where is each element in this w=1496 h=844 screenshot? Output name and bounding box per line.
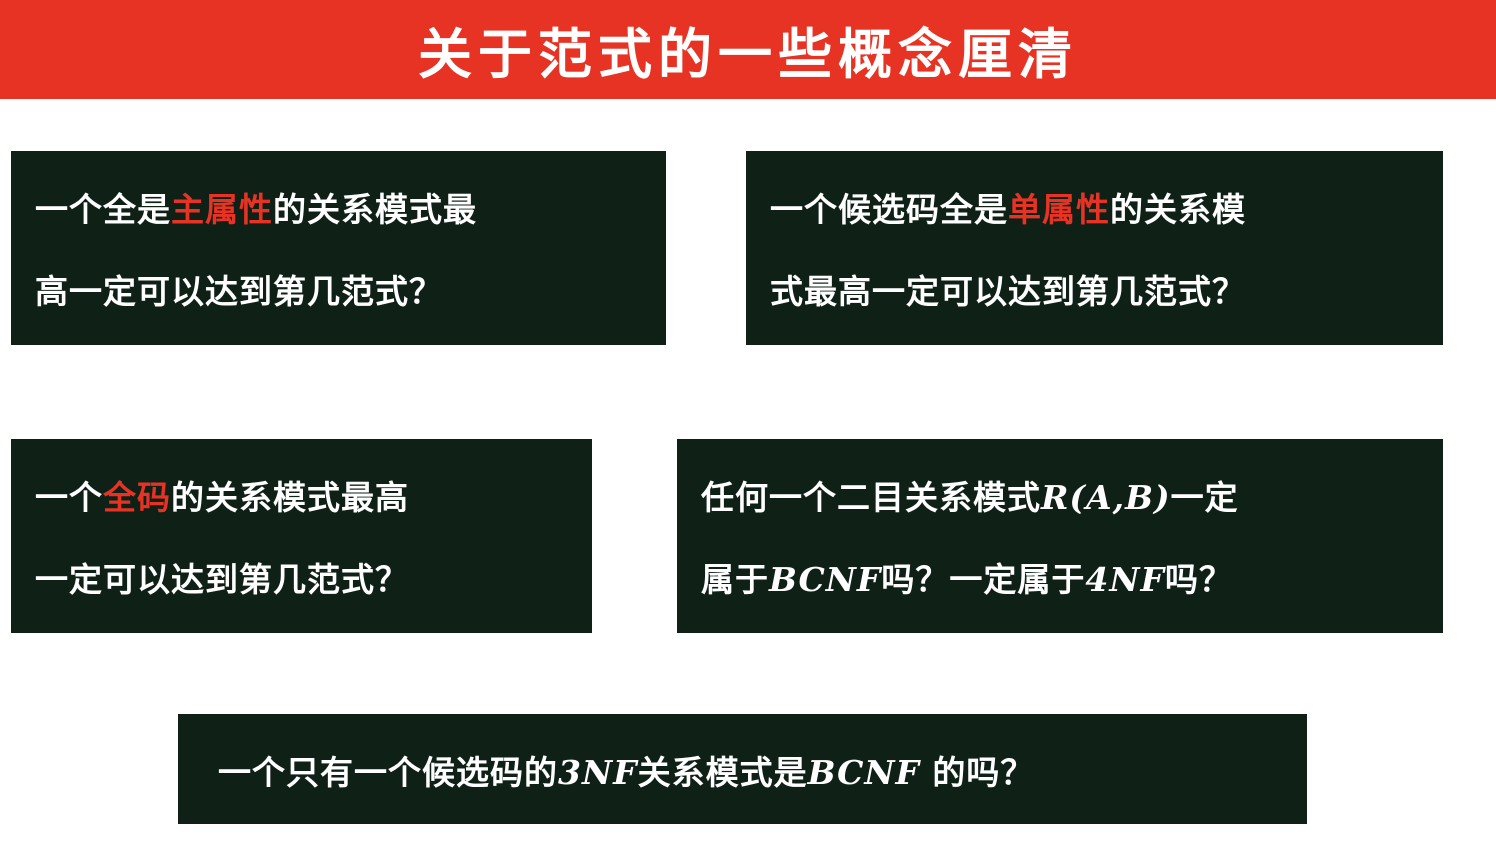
- question-1-line-1: 一个全是主属性的关系模式最: [35, 183, 477, 231]
- question-3-line-2: 一定可以达到第几范式？: [35, 560, 409, 599]
- question-5-math-3nf: 3NF: [558, 753, 638, 792]
- question-4-math-4nf: 4NF: [1085, 560, 1165, 599]
- question-1-text-a: 一个全是: [35, 190, 171, 229]
- question-3-text-b: 的关系模式最高: [171, 478, 409, 517]
- question-3-line-1: 一个全码的关系模式最高: [35, 471, 409, 519]
- question-4-text-b: 一定: [1170, 478, 1239, 517]
- question-4-line-2: 属于BCNF吗？一定属于4NF吗？: [701, 553, 1233, 601]
- question-3-highlight: 全码: [103, 478, 171, 517]
- question-card-1: 一个全是主属性的关系模式最 高一定可以达到第几范式？: [11, 151, 666, 345]
- question-2-text-a: 一个候选码全是: [770, 190, 1008, 229]
- question-2-line-2: 式最高一定可以达到第几范式？: [770, 272, 1246, 311]
- question-1-line-2: 高一定可以达到第几范式？: [35, 272, 443, 311]
- question-1-highlight: 主属性: [171, 190, 273, 229]
- page-title: 关于范式的一些概念厘清: [418, 23, 1078, 86]
- question-4-math-bcnf: BCNF: [769, 560, 882, 599]
- question-4-math-relation: R(A,B): [1041, 478, 1171, 517]
- question-5-text-a: 一个只有一个候选码的: [218, 753, 558, 792]
- question-1-text-b: 的关系模式最: [273, 190, 477, 229]
- title-bar: 关于范式的一些概念厘清: [0, 0, 1496, 99]
- question-5-math-bcnf: BCNF: [807, 753, 920, 792]
- question-card-4: 任何一个二目关系模式R(A,B)一定 属于BCNF吗？一定属于4NF吗？: [677, 439, 1443, 633]
- question-5-text-c: 的吗？: [919, 753, 1035, 792]
- question-4-text-d: 吗？一定属于: [881, 560, 1086, 599]
- question-5-text-b: 关系模式是: [637, 753, 808, 792]
- question-5-line-1: 一个只有一个候选码的3NF关系模式是BCNF 的吗？: [218, 746, 1034, 794]
- question-card-2: 一个候选码全是单属性的关系模 式最高一定可以达到第几范式？: [746, 151, 1443, 345]
- question-card-3: 一个全码的关系模式最高 一定可以达到第几范式？: [11, 439, 592, 633]
- question-2-line-1: 一个候选码全是单属性的关系模: [770, 183, 1246, 231]
- question-card-5: 一个只有一个候选码的3NF关系模式是BCNF 的吗？: [178, 714, 1307, 824]
- question-4-text-e: 吗？: [1164, 560, 1233, 599]
- question-3-text-a: 一个: [35, 478, 103, 517]
- question-4-text-a: 任何一个二目关系模式: [701, 478, 1041, 517]
- question-4-line-1: 任何一个二目关系模式R(A,B)一定: [701, 471, 1239, 519]
- question-2-highlight: 单属性: [1008, 190, 1110, 229]
- question-4-text-c: 属于: [701, 560, 769, 599]
- question-2-text-b: 的关系模: [1110, 190, 1246, 229]
